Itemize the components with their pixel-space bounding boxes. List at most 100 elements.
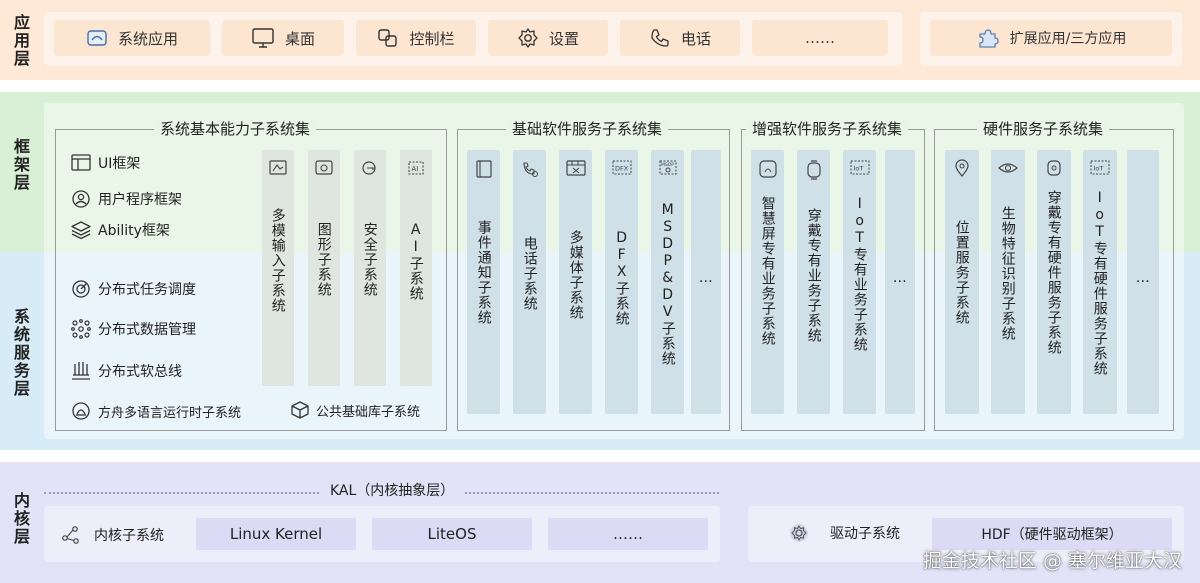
subsystem-column-media[interactable]: 多媒体子系统 — [559, 150, 592, 414]
kernel-label: …… — [613, 525, 643, 543]
app-more[interactable]: …… — [752, 20, 888, 56]
app-settings[interactable]: 设置 — [488, 20, 608, 56]
column-label: DFX子系统 — [613, 230, 630, 326]
column-label: MSDP&DV子系统 — [659, 202, 676, 366]
service-data-manage[interactable]: 分布式数据管理 — [70, 318, 196, 340]
subsystem-column-wear[interactable]: 穿戴专有业务子系统 — [797, 150, 830, 414]
subsystem-column-ai[interactable]: AI AI子系统 — [400, 150, 432, 386]
subsystem-column-wearable-hardware[interactable]: 穿戴专有硬件服务子系统 — [1037, 150, 1071, 414]
driver-subsystem[interactable]: 驱动子系统 — [788, 522, 900, 544]
media-icon — [566, 160, 586, 178]
cube-icon — [290, 400, 310, 420]
subsystem-column-biometric[interactable]: 生物特征识别子系统 — [991, 150, 1025, 414]
kal-label: KAL（内核抽象层） — [320, 480, 465, 500]
subsystem-column-iot-hardware[interactable]: IoT IoT专有硬件服务子系统 — [1083, 150, 1117, 414]
app-control-bar[interactable]: 控制栏 — [356, 20, 476, 56]
item-label: 分布式软总线 — [98, 364, 182, 380]
liteos-button[interactable]: LiteOS — [372, 518, 532, 550]
app-system-app[interactable]: 系统应用 — [54, 20, 210, 56]
system-service-layer-label: 系统服务层 — [11, 308, 30, 398]
svg-text:AI: AI — [412, 165, 419, 173]
service-soft-bus[interactable]: 分布式软总线 — [70, 360, 182, 382]
subsystem-column-input[interactable]: 多模输入子系统 — [262, 150, 294, 386]
column-label: … — [1134, 270, 1151, 287]
watermark: 掘金技术社区 @ 塞尔维亚大汉 — [922, 550, 1182, 572]
system-app-icon — [86, 27, 108, 49]
column-label: AI子系统 — [407, 222, 424, 301]
app-label: 设置 — [548, 29, 579, 48]
subsystem-column-smart-screen[interactable]: 智慧屏专有业务子系统 — [751, 150, 784, 414]
column-label: IoT专有业务子系统 — [851, 196, 868, 352]
layers-icon — [70, 219, 92, 241]
column-label: … — [697, 270, 714, 287]
dfx-icon: DFX — [612, 160, 632, 176]
service-task-schedule[interactable]: 分布式任务调度 — [70, 278, 196, 300]
item-label: 分布式任务调度 — [98, 282, 196, 298]
ui-frame-icon — [70, 153, 92, 173]
service-common-lib[interactable]: 公共基础库子系统 — [290, 400, 420, 420]
item-label: 方舟多语言运行时子系统 — [98, 405, 242, 421]
framework-ability[interactable]: Ability框架 — [70, 219, 170, 241]
app-label: …… — [805, 29, 835, 47]
subsystem-column-dfx[interactable]: DFX DFX子系统 — [605, 150, 638, 414]
subsystem-column-telephony[interactable]: 电话子系统 — [513, 150, 546, 414]
column-label: 多模输入子系统 — [269, 208, 286, 313]
task-schedule-icon — [70, 278, 92, 300]
app-phone[interactable]: 电话 — [620, 20, 740, 56]
telephony-icon — [521, 160, 539, 178]
subsystem-column-graphics[interactable]: 图形子系统 — [308, 150, 340, 386]
column-label: 生物特征识别子系统 — [999, 206, 1016, 341]
kernel-more-button[interactable]: …… — [548, 518, 708, 550]
eye-icon — [998, 160, 1018, 176]
svg-text:DFX: DFX — [615, 165, 629, 173]
monitor-icon — [251, 27, 275, 49]
msdp-icon: MSDP — [658, 158, 678, 178]
item-label: Ability框架 — [98, 223, 170, 239]
app-label: 系统应用 — [117, 29, 178, 48]
control-bar-icon — [377, 27, 399, 49]
svg-text:IoT: IoT — [854, 165, 864, 173]
group-title: 硬件服务子系统集 — [977, 120, 1110, 138]
framework-layer-label: 框架层 — [11, 138, 30, 192]
app-layer-label: 应用层 — [11, 14, 30, 68]
subsystem-column-location[interactable]: 位置服务子系统 — [945, 150, 979, 414]
column-label: 穿戴专有硬件服务子系统 — [1045, 190, 1062, 355]
iot-chip-icon: IoT — [1090, 160, 1110, 176]
subsystem-column-msdp[interactable]: MSDP MSDP&DV子系统 — [651, 150, 684, 414]
item-label: 用户程序框架 — [98, 192, 182, 208]
framework-user-program[interactable]: 用户程序框架 — [70, 188, 182, 210]
key-icon — [361, 160, 379, 176]
subsystem-column-more[interactable]: … — [691, 150, 721, 414]
app-desktop[interactable]: 桌面 — [222, 20, 344, 56]
column-label: 事件通知子系统 — [475, 220, 492, 325]
subsystem-column-event[interactable]: 事件通知子系统 — [467, 150, 500, 414]
item-label: UI框架 — [98, 156, 141, 172]
kernel-subsystem[interactable]: 内核子系统 — [60, 524, 164, 546]
wearable-icon — [1045, 158, 1063, 178]
column-label: 图形子系统 — [315, 222, 332, 297]
user-program-icon — [70, 188, 92, 210]
column-label: 位置服务子系统 — [953, 220, 970, 325]
group-title: 增强软件服务子系统集 — [746, 120, 909, 138]
app-label: 控制栏 — [409, 29, 455, 48]
svg-text:IoT: IoT — [1094, 165, 1104, 173]
item-label: 驱动子系统 — [830, 526, 900, 542]
subsystem-column-security[interactable]: 安全子系统 — [354, 150, 386, 386]
column-label: 多媒体子系统 — [567, 230, 584, 320]
subsystem-column-iot[interactable]: IoT IoT专有业务子系统 — [843, 150, 876, 414]
service-ark-runtime[interactable]: 方舟多语言运行时子系统 — [70, 400, 241, 422]
gear-icon — [517, 27, 539, 49]
group-title: 系统基本能力子系统集 — [154, 120, 317, 138]
group-title: 基础软件服务子系统集 — [506, 120, 669, 138]
svg-text:MSDP: MSDP — [661, 162, 674, 168]
app-extension[interactable]: 扩展应用/三方应用 — [930, 20, 1172, 56]
soft-bus-icon — [70, 360, 92, 382]
linux-kernel-button[interactable]: Linux Kernel — [196, 518, 356, 550]
subsystem-column-more[interactable]: … — [1127, 150, 1159, 414]
ark-runtime-icon — [70, 400, 92, 422]
column-label: 安全子系统 — [361, 222, 378, 297]
kernel-layer-label: 内核层 — [11, 492, 30, 546]
column-label: … — [891, 270, 908, 287]
subsystem-column-more[interactable]: … — [885, 150, 915, 414]
framework-ui[interactable]: UI框架 — [70, 153, 140, 173]
